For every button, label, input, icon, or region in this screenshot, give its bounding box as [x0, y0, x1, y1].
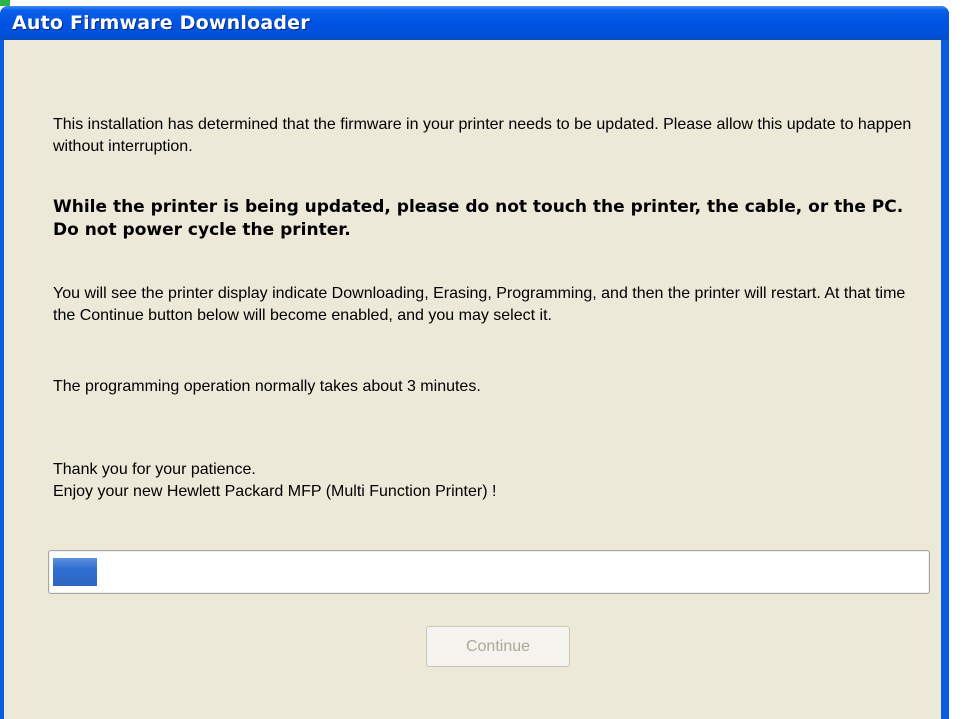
progress-bar [48, 550, 930, 594]
progress-bar-fill [53, 558, 97, 586]
title-bar[interactable]: Auto Firmware Downloader [0, 6, 949, 40]
thanks-text: Thank you for your patience. [53, 461, 256, 478]
intro-text: This installation has determined that th… [53, 116, 912, 155]
dialog-window: Auto Firmware Downloader This installati… [0, 6, 949, 719]
window-title: Auto Firmware Downloader [12, 12, 310, 34]
warning-text: While the printer is being updated, plea… [53, 197, 904, 240]
instructions-text: You will see the printer display indicat… [53, 285, 906, 324]
enjoy-text: Enjoy your new Hewlett Packard MFP (Mult… [53, 483, 497, 500]
dialog-client-area: This installation has determined that th… [4, 40, 941, 719]
duration-text: The programming operation normally takes… [53, 378, 481, 395]
continue-button[interactable]: Continue [426, 626, 570, 667]
